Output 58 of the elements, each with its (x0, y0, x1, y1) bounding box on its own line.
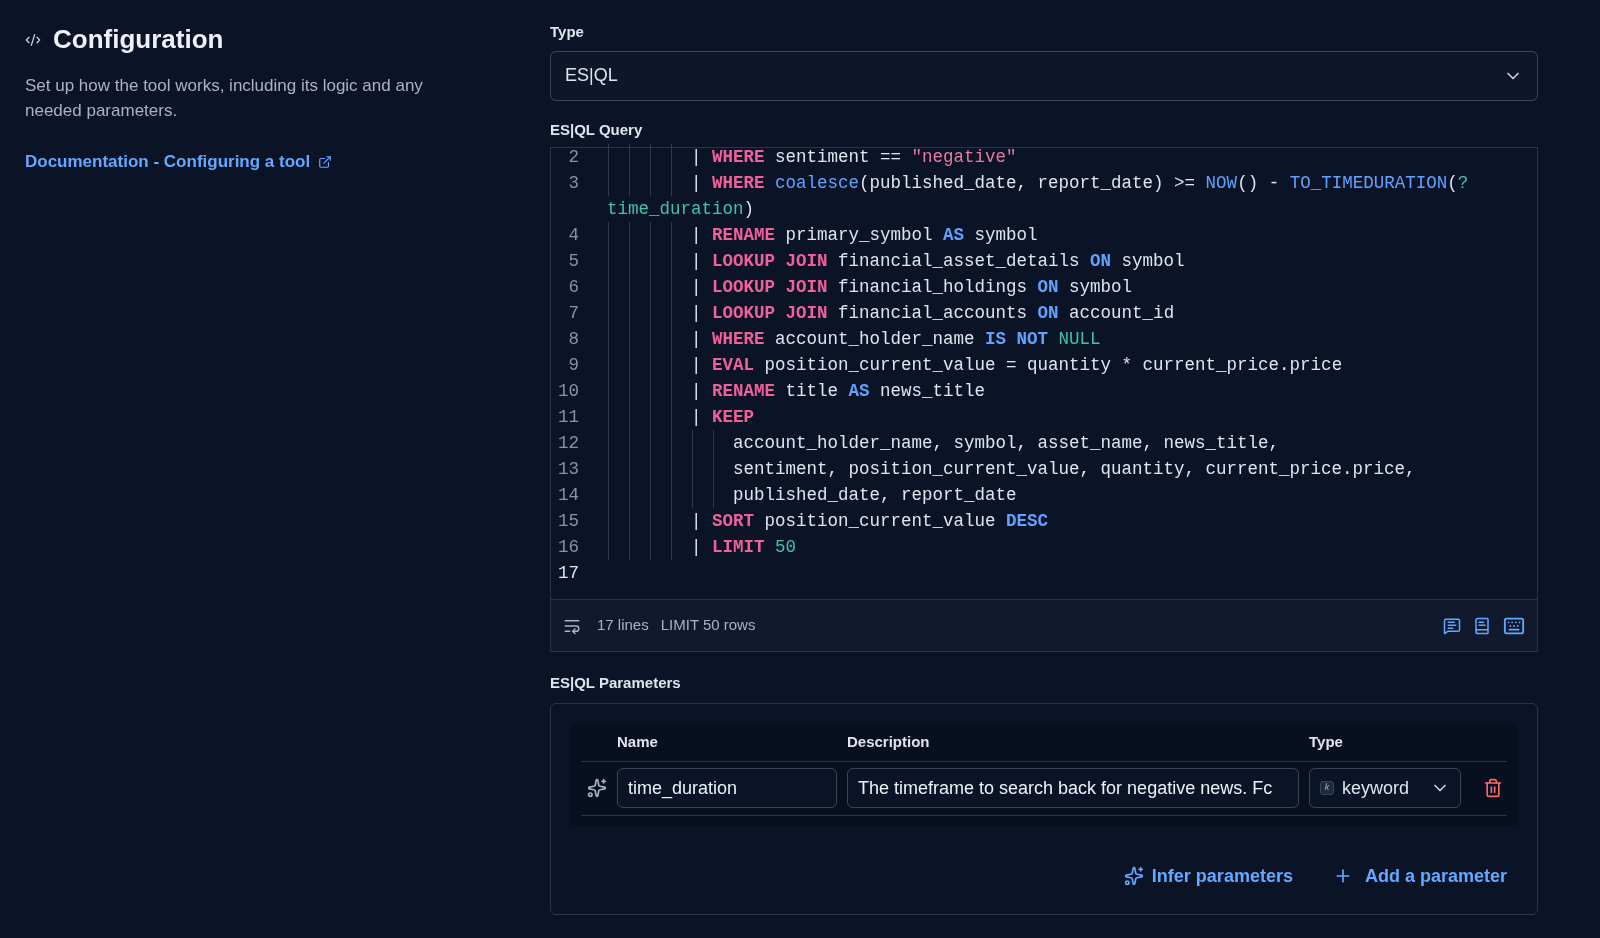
code-text: | LOOKUP JOIN financial_asset_details ON symbol (691, 249, 1185, 273)
code-text: | WHERE coalesce(published_date, report_date) >= NOW() - TO_TIMEDURATION(? (691, 171, 1469, 195)
line-number: 7 (567, 301, 580, 325)
line-number: 11 (557, 405, 580, 429)
line-number: 2 (567, 145, 580, 169)
sparkles-icon (1123, 866, 1144, 886)
sparkles-icon (587, 778, 607, 798)
field-label: Type (550, 22, 585, 42)
line-count: 17 lines (597, 615, 649, 636)
type-select[interactable]: k keyword (1309, 768, 1461, 808)
code-text: | WHERE sentiment == "negative" (691, 145, 1017, 169)
line-number: 3 (567, 171, 580, 195)
line-number: 13 (557, 457, 580, 481)
code-text: | RENAME primary_symbol AS symbol (691, 223, 1038, 247)
code-text: | LOOKUP JOIN financial_accounts ON account_id (691, 301, 1175, 325)
delete-icon[interactable] (1483, 778, 1503, 798)
line-number: 12 (557, 431, 580, 455)
name-input[interactable]: time_duration (617, 768, 837, 808)
line-number: 5 (567, 249, 580, 273)
description-input[interactable]: The timeframe to search back for negative news. Fc (847, 768, 1299, 808)
code-text: sentiment, position_current_value, quantity, current_price.price, (733, 457, 1416, 481)
code-text: | RENAME title AS news_title (691, 379, 986, 403)
code-text: | WHERE account_holder_name IS NOT NULL (691, 327, 1101, 351)
infer-parameters-button[interactable]: Infer parameters (1123, 862, 1293, 890)
add-parameter-button[interactable]: Add a parameter (1332, 862, 1507, 890)
line-number: 9 (567, 353, 580, 377)
code-text: | KEEP (691, 405, 755, 429)
field-label: ES|QL Query (550, 119, 644, 140)
keyword-type-icon: k (1320, 781, 1334, 795)
code-icon (25, 31, 41, 48)
code-text: | LOOKUP JOIN financial_holdings ON symbol (691, 275, 1133, 299)
code-text: | SORT position_current_value DESC (691, 509, 1049, 533)
code-editor[interactable] (550, 147, 1538, 652)
code-text: account_holder_name, symbol, asset_name, news_title, (733, 431, 1280, 455)
line-number: 17 (557, 561, 580, 585)
code-text: time_duration) (607, 197, 755, 221)
column-header: Type (1309, 731, 1343, 752)
line-number: 16 (557, 535, 580, 559)
external-link-icon (318, 154, 333, 169)
book-icon[interactable] (1473, 616, 1491, 635)
line-number: 4 (567, 223, 580, 247)
documentation-link[interactable]: Documentation - Configuring a tool (25, 149, 311, 175)
code-text: | EVAL position_current_value = quantity * current_price.price (691, 353, 1343, 377)
section-description: Set up how the tool works, including its logic and any needed parameters. (25, 75, 424, 122)
code-text: | LIMIT 50 (691, 535, 797, 559)
comment-icon[interactable] (1443, 616, 1461, 635)
line-number: 10 (557, 379, 580, 403)
column-header: Description (847, 731, 931, 752)
section-title: Configuration (53, 23, 224, 56)
column-header: Name (617, 731, 659, 752)
field-label: ES|QL Parameters (550, 673, 682, 693)
type-select[interactable]: ES|QL (550, 50, 1538, 101)
code-text: published_date, report_date (733, 483, 1017, 507)
line-number: 6 (567, 275, 580, 299)
line-number: 14 (557, 483, 580, 507)
line-number: 15 (557, 509, 580, 533)
row-limit: LIMIT 50 rows (660, 615, 756, 636)
line-number: 8 (567, 327, 580, 351)
